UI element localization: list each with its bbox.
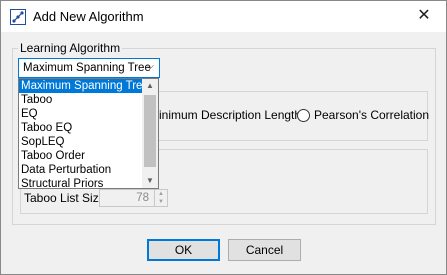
add-algorithm-dialog: Add New Algorithm ✕ Learning Algorithm i… [0, 0, 447, 275]
spinner-up-icon[interactable]: ▲ [155, 190, 167, 198]
dropdown-scrollbar[interactable]: ▲ ▼ [142, 79, 158, 188]
dropdown-option[interactable]: SopLEQ [19, 135, 143, 149]
ok-button[interactable]: OK [147, 239, 220, 261]
scroll-up-icon[interactable]: ▲ [142, 79, 158, 93]
dropdown-option[interactable]: EQ [19, 107, 143, 121]
scroll-down-icon[interactable]: ▼ [142, 174, 158, 188]
mdl-radio-label[interactable]: inimum Description Length [159, 108, 301, 122]
spinner-buttons: ▲ ▼ [154, 190, 167, 206]
spinner-down-icon[interactable]: ▼ [155, 198, 167, 206]
cancel-button[interactable]: Cancel [228, 239, 301, 261]
pearson-radio[interactable] [297, 109, 310, 122]
dropdown-option[interactable]: Taboo EQ [19, 121, 143, 135]
title-bar[interactable]: Add New Algorithm ✕ [1, 1, 446, 32]
dropdown-option[interactable]: Structural Priors [19, 177, 143, 188]
algorithm-dropdown-list[interactable]: Maximum Spanning Tree Taboo EQ Taboo EQ … [18, 78, 159, 189]
taboo-list-size-spinner[interactable]: 78 ▲ ▼ [99, 189, 168, 207]
taboo-list-size-value: 78 [136, 192, 149, 204]
chevron-down-icon[interactable]: ⌵ [146, 61, 154, 72]
close-icon[interactable]: ✕ [413, 6, 435, 26]
learning-algorithm-title: Learning Algorithm [18, 41, 123, 55]
dropdown-option[interactable]: Maximum Spanning Tree [19, 79, 149, 93]
window-title: Add New Algorithm [33, 9, 144, 24]
taboo-list-size-label: Taboo List Size [24, 191, 106, 205]
algorithm-combo-value: Maximum Spanning Tree [23, 62, 151, 74]
dropdown-option[interactable]: Taboo Order [19, 149, 143, 163]
dropdown-option[interactable]: Taboo [19, 93, 143, 107]
pearson-radio-label[interactable]: Pearson's Correlation [314, 108, 429, 122]
dropdown-option[interactable]: Data Perturbation [19, 163, 143, 177]
algorithm-combo[interactable]: Maximum Spanning Tree ⌵ [18, 58, 160, 78]
scroll-thumb[interactable] [144, 95, 156, 167]
algorithm-app-icon [10, 9, 26, 25]
